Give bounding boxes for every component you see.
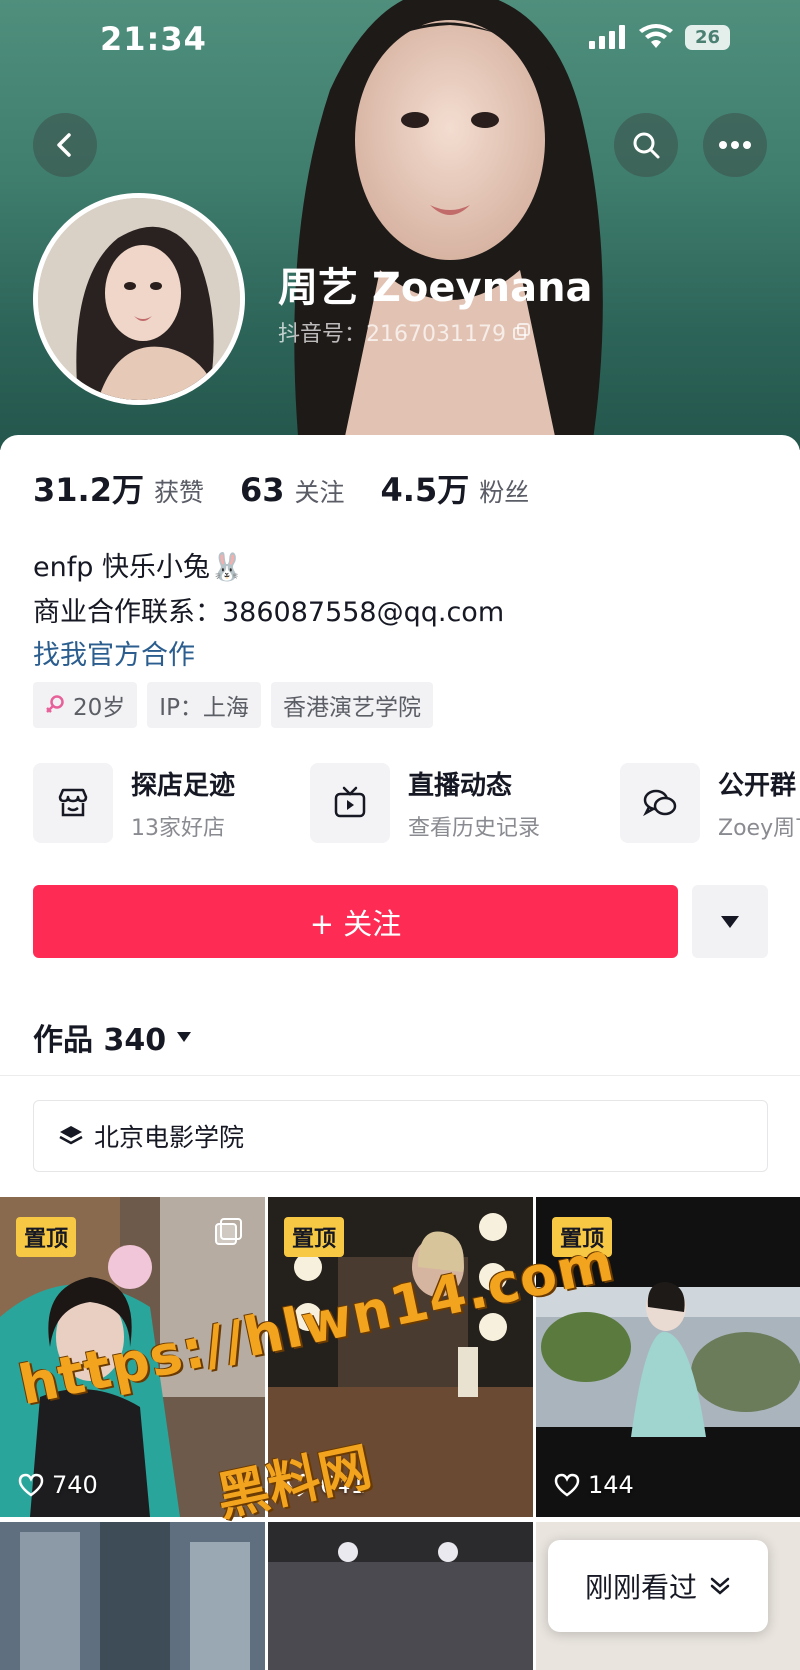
female-icon bbox=[46, 695, 64, 713]
video-tile[interactable] bbox=[268, 1522, 533, 1670]
heart-icon bbox=[554, 1473, 580, 1497]
douyin-id-text: 抖音号：2167031179 bbox=[278, 322, 506, 347]
feature-subtitle: 13家好店 bbox=[131, 815, 225, 841]
tag-school[interactable]: 香港演艺学院 bbox=[270, 682, 433, 728]
multi-image-icon bbox=[215, 1218, 242, 1245]
stat-label: 关注 bbox=[294, 478, 345, 507]
stat-value: 31.2万 bbox=[33, 471, 144, 509]
stat-followers[interactable]: 4.5万 粉丝 bbox=[381, 465, 530, 511]
status-bar: 21:34 26 bbox=[0, 0, 800, 80]
caret-down-icon bbox=[721, 915, 739, 928]
search-button[interactable] bbox=[614, 113, 678, 177]
video-tile[interactable] bbox=[0, 1522, 265, 1670]
status-time: 21:34 bbox=[100, 20, 207, 58]
stat-label: 获赞 bbox=[153, 478, 204, 507]
stat-likes[interactable]: 31.2万 获赞 bbox=[33, 465, 204, 511]
feature-row: 探店足迹 13家好店 直播动态 查看历史记录 公开群 Zoey周 bbox=[33, 762, 800, 844]
profile-header: 21:34 26 周艺 Zoeynana 抖音号：2167031179 bbox=[0, 0, 800, 450]
douyin-id[interactable]: 抖音号：2167031179 bbox=[278, 316, 532, 348]
feature-subtitle: 查看历史记录 bbox=[408, 815, 541, 841]
feature-title: 探店足迹 bbox=[131, 770, 236, 801]
more-options-dropdown[interactable] bbox=[692, 885, 768, 958]
stat-label: 粉丝 bbox=[479, 478, 530, 507]
wifi-icon bbox=[638, 24, 673, 48]
copy-icon[interactable] bbox=[512, 322, 532, 342]
more-dots-icon bbox=[719, 141, 751, 149]
chevron-left-icon bbox=[57, 133, 71, 157]
feature-subtitle: Zoey周丁 bbox=[718, 815, 800, 841]
tv-icon bbox=[310, 763, 390, 843]
feature-public-group[interactable]: 公开群 Zoey周丁 bbox=[620, 762, 800, 844]
recently-viewed-label: 刚刚看过 bbox=[584, 1571, 697, 1604]
pinned-badge: 置顶 bbox=[16, 1217, 77, 1257]
pinned-badge: 置顶 bbox=[284, 1217, 345, 1257]
tag-ip: IP：上海 bbox=[147, 682, 261, 728]
bio-line-2: 商业合作联系：386087558@qq.com bbox=[33, 597, 505, 628]
layers-icon bbox=[59, 1126, 83, 1145]
heart-icon bbox=[18, 1473, 44, 1497]
stat-following[interactable]: 63 关注 bbox=[240, 471, 345, 509]
tag-age: 20岁 bbox=[33, 682, 138, 728]
caret-down-icon bbox=[177, 1032, 192, 1042]
stat-value: 63 bbox=[239, 471, 285, 509]
tab-works[interactable]: 作品 340 bbox=[33, 1015, 192, 1059]
chat-bubbles-icon bbox=[620, 763, 700, 843]
feature-title: 公开群 bbox=[718, 770, 797, 801]
status-icons: 26 bbox=[588, 24, 730, 50]
divider bbox=[0, 1075, 800, 1076]
signal-icon bbox=[588, 25, 625, 49]
like-count-value: 740 bbox=[52, 1471, 98, 1499]
follow-button[interactable]: + 关注 bbox=[33, 885, 678, 958]
search-icon bbox=[633, 132, 660, 159]
video-thumbnail bbox=[268, 1522, 533, 1670]
stats-row: 31.2万 获赞 63 关注 4.5万 粉丝 bbox=[33, 465, 565, 511]
feature-shop-visits[interactable]: 探店足迹 13家好店 bbox=[33, 762, 235, 844]
more-button[interactable] bbox=[703, 113, 767, 177]
like-count-value: 144 bbox=[588, 1471, 634, 1499]
like-count: 144 bbox=[554, 1471, 634, 1499]
collection-card[interactable]: 北京电影学院 bbox=[33, 1100, 768, 1172]
profile-name: 周艺 Zoeynana bbox=[278, 265, 593, 311]
feature-live-history[interactable]: 直播动态 查看历史记录 bbox=[310, 762, 540, 844]
feature-title: 直播动态 bbox=[408, 770, 513, 801]
double-chevron-down-icon bbox=[710, 1577, 730, 1595]
shop-icon bbox=[33, 763, 113, 843]
profile-tags: 20岁 IP：上海 香港演艺学院 bbox=[33, 682, 433, 728]
collection-label: 北京电影学院 bbox=[94, 1123, 245, 1152]
battery-level: 26 bbox=[684, 24, 730, 50]
recently-viewed-button[interactable]: 刚刚看过 bbox=[548, 1540, 768, 1632]
video-thumbnail bbox=[0, 1522, 265, 1670]
avatar-photo bbox=[38, 198, 240, 400]
avatar[interactable] bbox=[33, 193, 245, 405]
stat-value: 4.5万 bbox=[380, 471, 470, 509]
back-button[interactable] bbox=[33, 113, 97, 177]
official-cooperation-link[interactable]: 找我官方合作 bbox=[33, 633, 195, 672]
tag-age-label: 20岁 bbox=[73, 695, 126, 721]
tab-works-label: 作品 340 bbox=[33, 1023, 167, 1058]
like-count: 740 bbox=[18, 1471, 98, 1499]
bio-line-1: enfp 快乐小兔🐰 bbox=[33, 552, 244, 583]
